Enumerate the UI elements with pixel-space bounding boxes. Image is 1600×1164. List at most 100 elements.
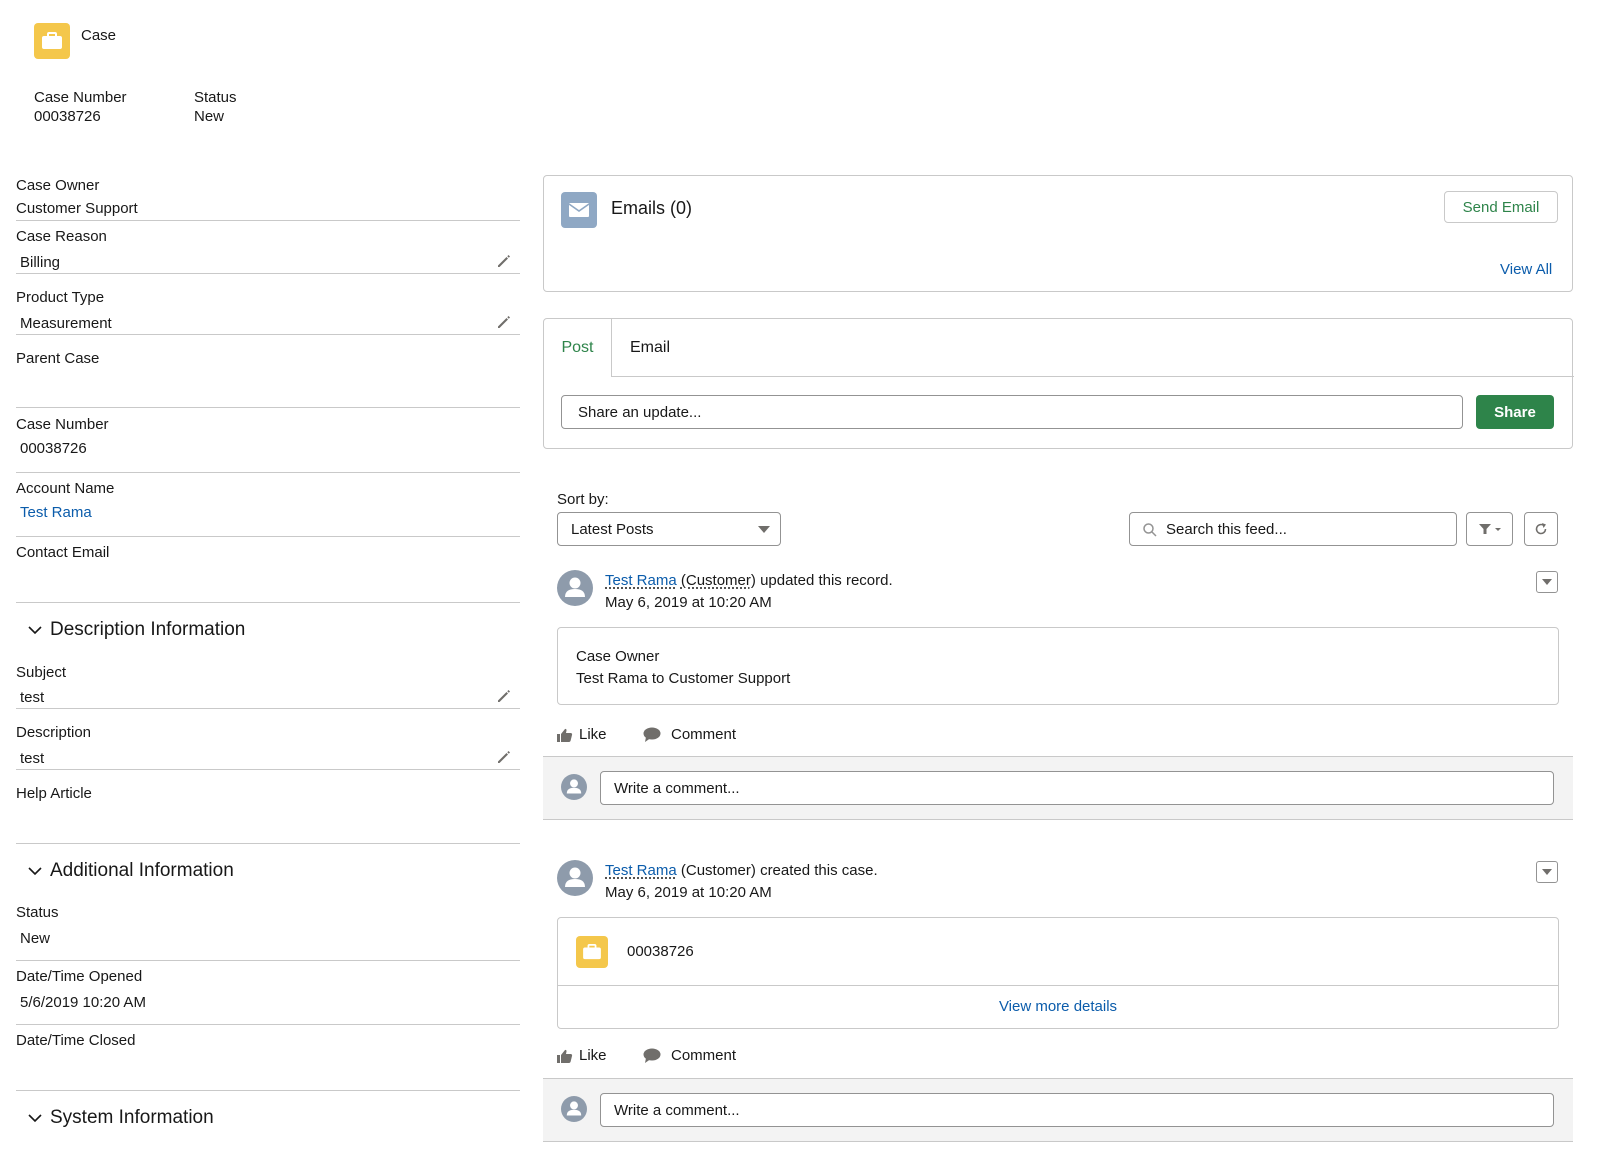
caret-down-icon [1542,868,1552,875]
comment-icon [643,727,661,742]
thumbs-up-icon [557,728,573,742]
field-label: Date/Time Closed [16,1032,136,1049]
like-button[interactable]: Like [557,1047,607,1064]
feed-item-menu-button[interactable] [1536,571,1558,593]
feed-item-body: Case Owner Test Rama to Customer Support [557,627,1559,705]
envelope-icon [568,203,590,217]
share-button[interactable]: Share [1476,395,1554,429]
header-status-label: Status [194,89,237,106]
section-additional-toggle[interactable]: Additional Information [28,860,234,882]
thumbs-up-icon [557,1049,573,1063]
field-label: Description [16,724,92,741]
filter-button[interactable] [1466,512,1513,546]
field-value: 00038726 [20,440,87,457]
feed-item-menu-button[interactable] [1536,861,1558,883]
like-label: Like [579,726,607,743]
user-icon [566,779,582,794]
publisher-card: Post Email Share an update... Share [543,318,1574,449]
case-object-icon [34,23,70,59]
field-value: Billing [20,254,61,271]
search-feed-input[interactable]: Search this feed... [1129,512,1457,546]
actor-link[interactable]: Test Rama [605,862,677,879]
field-value: Customer Support [16,200,138,217]
briefcase-icon [42,32,62,49]
changed-field-value: Test Rama to Customer Support [576,670,791,687]
avatar[interactable] [557,570,593,606]
view-all-link[interactable]: View All [1500,261,1552,278]
field-product-type: Product Type Measurement [16,274,520,335]
comment-label: Comment [671,1047,737,1064]
sort-select[interactable]: Latest Posts [557,512,781,546]
edit-pencil-icon[interactable] [496,314,512,330]
search-icon [1143,523,1157,537]
feed-timestamp[interactable]: May 6, 2019 at 10:20 AM [605,884,772,901]
comment-input[interactable]: Write a comment... [600,771,1554,805]
share-update-input[interactable]: Share an update... [561,395,1463,429]
field-help-article: Help Article [16,770,520,844]
actor-role: (Customer) [680,572,756,589]
field-contact-email: Contact Email [16,537,520,603]
email-icon [561,192,597,228]
section-title: Description Information [50,619,246,640]
view-more-details-link[interactable]: View more details [558,998,1558,1015]
emails-title: Emails (0) [611,198,693,218]
chevron-down-icon [28,867,42,876]
section-title: System Information [50,1107,214,1128]
field-label: Case Reason [16,228,107,245]
refresh-button[interactable] [1524,512,1558,546]
field-subject: Subject test [16,657,520,709]
comment-area: Write a comment... [543,1078,1573,1142]
field-label: Help Article [16,785,92,802]
record-link[interactable]: 00038726 [627,943,694,960]
edit-pencil-icon[interactable] [496,253,512,269]
sort-select-value: Latest Posts [571,520,654,538]
field-case-owner: Case Owner Customer Support [16,175,520,221]
field-label: Product Type [16,289,105,306]
field-label: Status [16,904,59,921]
section-title: Additional Information [50,860,234,881]
field-label: Date/Time Opened [16,968,143,985]
field-case-reason: Case Reason Billing [16,221,520,274]
changed-field-label: Case Owner [576,648,660,665]
tab-underline [612,376,1574,377]
account-name-link[interactable]: Test Rama [20,504,92,521]
sort-label: Sort by: [557,491,609,508]
field-date-closed: Date/Time Closed [16,1025,520,1091]
field-value: New [20,930,51,947]
object-label: Case [81,27,117,44]
emails-card: Emails (0) Send Email View All [543,175,1573,292]
edit-pencil-icon[interactable] [496,688,512,704]
field-value: Measurement [20,315,112,332]
record-card: 00038726 View more details [557,917,1559,1029]
comment-input[interactable]: Write a comment... [600,1093,1554,1127]
edit-pencil-icon[interactable] [496,749,512,765]
filter-icon [1478,524,1501,534]
field-case-number: Case Number 00038726 [16,408,520,473]
comment-icon [643,1048,661,1063]
comment-button[interactable]: Comment [643,726,736,743]
like-button[interactable]: Like [557,726,607,743]
user-icon [565,577,585,597]
send-email-button[interactable]: Send Email [1444,191,1558,223]
feed-action-text: updated this record. [760,572,893,589]
chevron-down-icon [28,626,42,635]
field-parent-case: Parent Case [16,335,520,408]
feed-timestamp[interactable]: May 6, 2019 at 10:20 AM [605,594,772,611]
caret-down-icon [758,526,770,533]
field-description: Description test [16,709,520,770]
avatar[interactable] [557,860,593,896]
feed-item-headline: Test Rama (Customer) created this case. [605,862,878,879]
tab-email[interactable]: Email [630,339,670,357]
field-label: Account Name [16,480,115,497]
tab-post[interactable]: Post [544,319,612,377]
caret-down-icon [1542,578,1552,585]
comment-button[interactable]: Comment [643,1047,736,1064]
feed-item-headline: Test Rama (Customer) updated this record… [605,572,893,589]
section-description-toggle[interactable]: Description Information [28,619,245,641]
field-label: Case Owner [16,177,100,194]
actor-link[interactable]: Test Rama [605,572,677,589]
actor-role: (Customer) [680,862,756,879]
section-system-toggle[interactable]: System Information [28,1107,214,1129]
search-placeholder: Search this feed... [1166,520,1287,538]
field-label: Parent Case [16,350,100,367]
